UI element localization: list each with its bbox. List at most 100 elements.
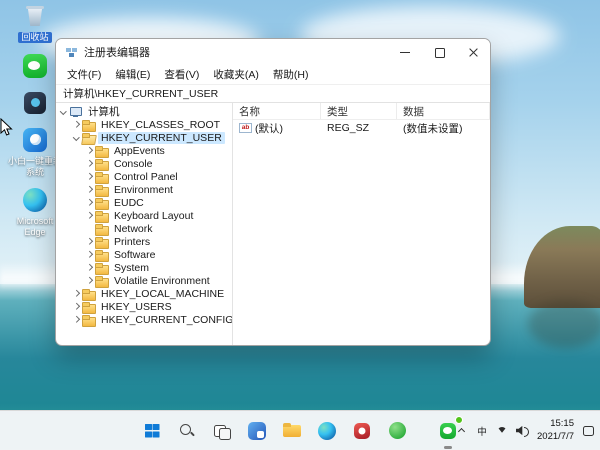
- minimize-button[interactable]: [388, 39, 422, 65]
- desktop-icon-recycle-bin[interactable]: 回收站: [6, 2, 64, 43]
- folder-icon: [82, 314, 95, 326]
- clock-time: 15:15: [550, 418, 574, 430]
- chevron-right-icon[interactable]: [72, 120, 81, 130]
- menu-f[interactable]: 文件(F): [61, 66, 107, 83]
- tree-item-network[interactable]: Network: [56, 222, 232, 235]
- clock-date: 2021/7/7: [537, 431, 574, 443]
- maximize-button[interactable]: [422, 39, 456, 65]
- value-name: (默认): [255, 121, 283, 136]
- tree-item-keyboard-layout[interactable]: Keyboard Layout: [56, 209, 232, 222]
- start-button[interactable]: [139, 418, 165, 444]
- menu-a[interactable]: 收藏夹(A): [207, 66, 265, 83]
- chevron-right-icon[interactable]: [85, 250, 94, 260]
- taskview-icon: [212, 421, 232, 441]
- chevron-right-icon[interactable]: [85, 185, 94, 195]
- value-type: REG_SZ: [321, 122, 397, 134]
- search-button[interactable]: [174, 418, 200, 444]
- chevron-right-icon[interactable]: [72, 289, 81, 299]
- tree-item-label: 计算机: [85, 104, 123, 119]
- explorer-button[interactable]: [279, 418, 305, 444]
- window-body: 计算机HKEY_CLASSES_ROOTHKEY_CURRENT_USERApp…: [56, 103, 490, 345]
- chevron-right-icon[interactable]: [85, 146, 94, 156]
- menu-e[interactable]: 编辑(E): [109, 66, 156, 83]
- close-button[interactable]: [456, 39, 490, 65]
- wechat-icon: [21, 52, 49, 80]
- tree-item-environment[interactable]: Environment: [56, 183, 232, 196]
- explorer-icon: [282, 421, 302, 441]
- chevron-down-icon[interactable]: [59, 107, 68, 117]
- app-green-button[interactable]: [384, 418, 410, 444]
- taskbar-center: [139, 418, 461, 444]
- chevron-down-icon[interactable]: [72, 133, 81, 143]
- chevron-right-icon[interactable]: [85, 172, 94, 182]
- chevron-placeholder: [85, 224, 94, 234]
- notification-center-icon[interactable]: [582, 425, 594, 436]
- folder-icon: [82, 288, 95, 300]
- regedit-app-icon: [65, 46, 78, 59]
- tree-item-appevents[interactable]: AppEvents: [56, 144, 232, 157]
- value-data: (数值未设置): [397, 121, 490, 136]
- tree-item-hkey-current-config[interactable]: HKEY_CURRENT_CONFIG: [56, 313, 232, 326]
- tree-item-eudc[interactable]: EUDC: [56, 196, 232, 209]
- tree-item-control-panel[interactable]: Control Panel: [56, 170, 232, 183]
- folder-icon: [95, 210, 108, 222]
- reg-sz-icon: ab: [239, 123, 252, 133]
- tree-item-label: Console: [111, 158, 156, 170]
- registry-editor-window: 注册表编辑器 文件(F)编辑(E)查看(V)收藏夹(A)帮助(H) 计算机\HK…: [55, 38, 491, 346]
- column-header-item[interactable]: 数据: [397, 103, 490, 119]
- menu-bar: 文件(F)编辑(E)查看(V)收藏夹(A)帮助(H): [56, 65, 490, 84]
- chevron-right-icon[interactable]: [72, 315, 81, 325]
- address-bar[interactable]: 计算机\HKEY_CURRENT_USER: [56, 84, 490, 103]
- tree-item-label: HKEY_CURRENT_USER: [98, 132, 225, 144]
- edge-icon: [317, 421, 337, 441]
- tree-item-item[interactable]: 计算机: [56, 105, 232, 118]
- taskbar-clock[interactable]: 15:15 2021/7/7: [537, 419, 574, 443]
- chevron-right-icon[interactable]: [72, 302, 81, 312]
- edge-icon: [21, 186, 49, 214]
- folder-icon: [95, 262, 108, 274]
- tree-item-label: System: [111, 262, 152, 274]
- list-header: 名称类型数据: [233, 103, 490, 120]
- chevron-right-icon[interactable]: [85, 276, 94, 286]
- chevron-right-icon[interactable]: [85, 211, 94, 221]
- menu-v[interactable]: 查看(V): [158, 66, 205, 83]
- ime-indicator[interactable]: 中: [476, 419, 488, 443]
- folder-icon: [95, 158, 108, 170]
- folder-icon: [82, 301, 95, 313]
- menu-h[interactable]: 帮助(H): [267, 66, 315, 83]
- column-header-item[interactable]: 类型: [321, 103, 397, 119]
- tree-item-hkey-current-user[interactable]: HKEY_CURRENT_USER: [56, 131, 232, 144]
- network-icon[interactable]: [496, 426, 508, 436]
- tree-item-volatile-environment[interactable]: Volatile Environment: [56, 274, 232, 287]
- tree-item-hkey-users[interactable]: HKEY_USERS: [56, 300, 232, 313]
- edge-button[interactable]: [314, 418, 340, 444]
- folder-icon: [95, 249, 108, 261]
- widgets-button[interactable]: [244, 418, 270, 444]
- value-row[interactable]: ab(默认) REG_SZ(数值未设置): [233, 120, 490, 136]
- tree-item-hkey-local-machine[interactable]: HKEY_LOCAL_MACHINE: [56, 287, 232, 300]
- chevron-right-icon[interactable]: [85, 263, 94, 273]
- tree-item-label: AppEvents: [111, 145, 168, 157]
- tree-item-hkey-classes-root[interactable]: HKEY_CLASSES_ROOT: [56, 118, 232, 131]
- chevron-up-icon[interactable]: [456, 426, 468, 436]
- search-icon: [177, 421, 197, 441]
- app-red-icon: [352, 421, 372, 441]
- chevron-right-icon[interactable]: [85, 198, 94, 208]
- tree-item-system[interactable]: System: [56, 261, 232, 274]
- folder-icon: [95, 275, 108, 287]
- tree-item-console[interactable]: Console: [56, 157, 232, 170]
- tree-item-label: Network: [111, 223, 156, 235]
- taskview-button[interactable]: [209, 418, 235, 444]
- volume-icon[interactable]: [516, 426, 529, 436]
- app-red-button[interactable]: [349, 418, 375, 444]
- column-header-item[interactable]: 名称: [233, 103, 321, 119]
- desktop: 回收站小白一键重装系统Microsoft Edge 注册表编辑器 文件(F)编辑…: [0, 0, 600, 450]
- tree-item-printers[interactable]: Printers: [56, 235, 232, 248]
- tree-item-label: Volatile Environment: [111, 275, 213, 287]
- list-rows: ab(默认) REG_SZ(数值未设置): [233, 120, 490, 136]
- computer-icon: [69, 106, 82, 118]
- chevron-right-icon[interactable]: [85, 237, 94, 247]
- window-titlebar[interactable]: 注册表编辑器: [56, 39, 490, 65]
- chevron-right-icon[interactable]: [85, 159, 94, 169]
- tree-item-software[interactable]: Software: [56, 248, 232, 261]
